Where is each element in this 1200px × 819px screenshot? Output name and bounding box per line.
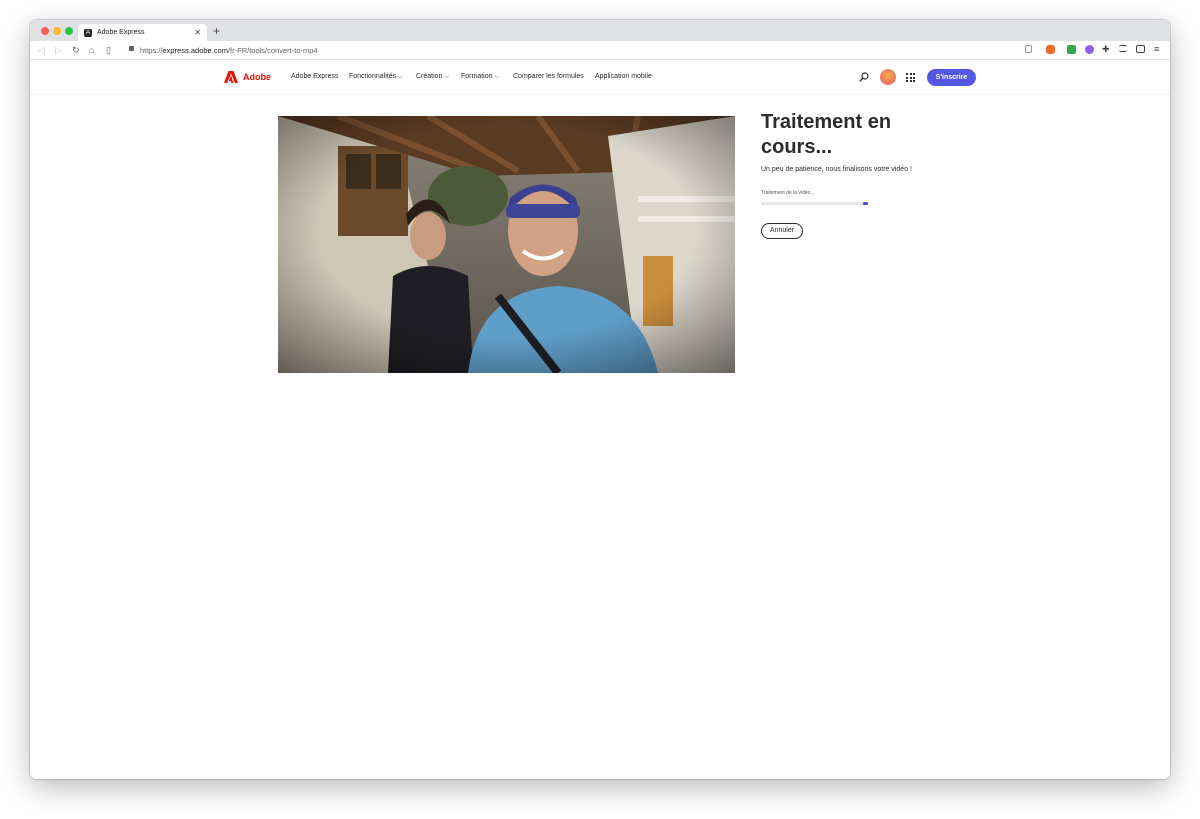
close-tab-icon[interactable]: ✕ [194,28,201,37]
progress-bar [761,202,868,205]
home-icon[interactable]: ⌂ [89,44,94,56]
chevron-down-icon: ⌵ [494,74,500,80]
tab-title: Adobe Express [97,29,145,36]
progress-bar-fill [862,202,868,205]
nav-creation[interactable]: Création ⌵ [416,73,449,81]
sidebar-toggle-icon[interactable] [1136,45,1145,53]
adobe-logo[interactable]: Adobe [224,71,271,83]
processing-subtitle: Un peu de patience, nous finalisons votr… [761,166,912,173]
minimize-window-button[interactable] [53,27,61,35]
extension-purple-icon[interactable] [1085,45,1094,54]
extensions-puzzle-icon[interactable]: ✚ [1102,45,1111,54]
adobe-favicon-icon: A [84,28,92,37]
app-switcher-icon[interactable] [906,73,915,82]
adobe-logo-icon [224,71,238,83]
site-header: Adobe Adobe Express Fonctionnalités ⌵ Cré… [30,60,1170,95]
lock-icon [129,46,134,51]
nav-formation[interactable]: Formation ⌵ [461,73,499,81]
nav-comparer-formules[interactable]: Comparer les formules [513,73,584,80]
browser-window: A Adobe Express ✕ + ◁ ▷ ↻ ⌂ ▯ https://ex… [30,20,1170,779]
nav-adobe-express[interactable]: Adobe Express [291,73,338,80]
chevron-down-icon: ⌵ [444,74,450,80]
address-bar[interactable]: https://express.adobe.com/fr-FR/tools/co… [140,46,318,55]
nav-application-mobile[interactable]: Application mobile [595,73,652,80]
brave-shield-icon[interactable] [1046,45,1055,54]
avatar[interactable] [880,69,896,85]
bookmark-icon[interactable]: ▯ [106,44,111,56]
search-icon[interactable] [859,72,869,82]
new-tab-icon[interactable]: + [213,24,220,38]
address-toolbar: ◁ ▷ ↻ ⌂ ▯ https://express.adobe.com/fr-F… [30,41,1170,60]
menu-icon[interactable]: ≡ [1154,45,1163,54]
forward-icon[interactable]: ▷ [55,44,62,56]
progress-label: Traitement de la vidéo... [761,190,815,196]
nav-fonctionnalites[interactable]: Fonctionnalités ⌵ [349,73,403,81]
reading-list-icon[interactable] [1119,45,1127,52]
close-window-button[interactable] [41,27,49,35]
back-icon[interactable]: ◁ [38,44,45,56]
video-preview [278,116,735,373]
browser-tab[interactable]: A Adobe Express ✕ [78,24,207,41]
reload-icon[interactable]: ↻ [72,44,80,56]
chevron-down-icon: ⌵ [398,74,403,80]
cancel-button[interactable]: Annuler [761,223,803,239]
signup-button[interactable]: S'inscrire [927,69,976,86]
zoom-window-button[interactable] [65,27,73,35]
extension-green-icon[interactable] [1067,45,1076,54]
video-frame-image [278,116,735,373]
tab-strip: A Adobe Express ✕ + [30,20,1170,41]
brand-name: Adobe [243,72,271,82]
processing-title: Traitement en cours... [761,111,892,158]
share-icon[interactable] [1025,45,1032,53]
